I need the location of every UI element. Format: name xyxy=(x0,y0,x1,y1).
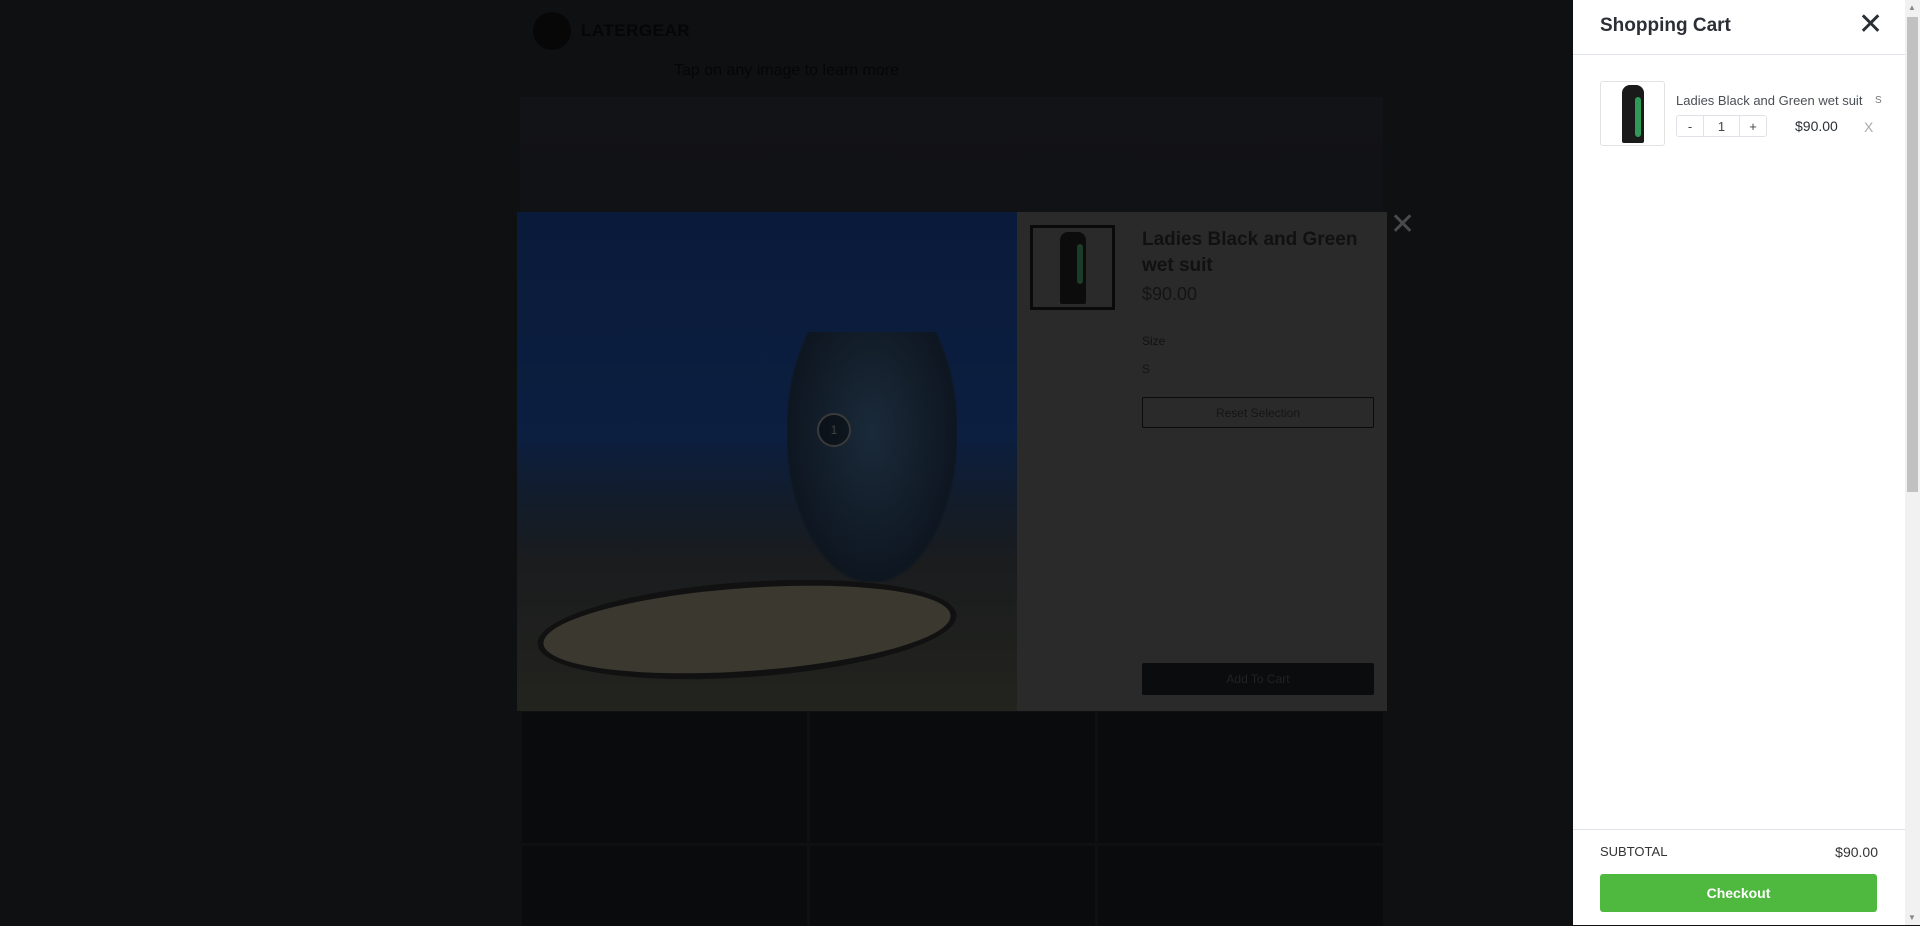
reset-selection-button[interactable]: Reset Selection xyxy=(1142,397,1374,428)
modal-close-icon[interactable]: ✕ xyxy=(1390,210,1415,240)
scroll-up-icon[interactable]: ▲ xyxy=(1908,3,1916,12)
grid-image[interactable] xyxy=(1098,712,1383,843)
product-details: Ladies Black and Green wet suit $90.00 S… xyxy=(1017,212,1387,711)
tagline: Tap on any image to learn more xyxy=(673,62,899,79)
brand-logo[interactable]: LATERGEAR xyxy=(533,12,690,50)
product-modal: 1 Ladies Black and Green wet suit $90.00… xyxy=(517,212,1387,711)
cart-item: Ladies Black and Green wet suit S - 1 + … xyxy=(1600,81,1890,146)
cart-item-variant: S xyxy=(1875,95,1882,106)
surfboard xyxy=(534,567,960,692)
product-title: Ladies Black and Green wet suit xyxy=(1142,229,1358,276)
subtotal-label: SUBTOTAL xyxy=(1600,844,1668,859)
cart-item-price: $90.00 xyxy=(1795,118,1838,134)
grid-image[interactable] xyxy=(522,846,807,926)
cart-title: Shopping Cart xyxy=(1600,15,1731,36)
grid-image[interactable] xyxy=(522,712,807,843)
surfer xyxy=(787,332,957,582)
wetsuit-icon xyxy=(1059,231,1086,304)
scrollbar-thumb[interactable] xyxy=(1907,17,1918,492)
brand-name: LATERGEAR xyxy=(581,21,691,40)
grid-image[interactable] xyxy=(810,712,1095,843)
quantity-input[interactable]: 1 xyxy=(1703,116,1740,136)
cart-header: Shopping Cart ✕ xyxy=(1573,0,1905,55)
cart-item-image xyxy=(1600,81,1665,146)
product-thumbnail[interactable] xyxy=(1030,225,1115,310)
logo-icon xyxy=(533,12,571,50)
scrollbar[interactable]: ▲ ▼ xyxy=(1905,0,1920,925)
grid-image[interactable] xyxy=(810,846,1095,926)
size-value[interactable]: S xyxy=(1142,362,1150,376)
product-price: $90.00 xyxy=(1142,284,1198,304)
quantity-stepper: - 1 + xyxy=(1676,115,1767,137)
decrease-button[interactable]: - xyxy=(1677,116,1703,136)
close-icon[interactable]: ✕ xyxy=(1858,10,1883,40)
cart-footer: SUBTOTAL $90.00 Checkout xyxy=(1573,829,1905,925)
subtotal-value: $90.00 xyxy=(1835,844,1878,860)
scroll-down-icon[interactable]: ▼ xyxy=(1908,913,1916,922)
wetsuit-icon xyxy=(1621,84,1644,143)
size-label: Size xyxy=(1142,334,1166,348)
image-grid xyxy=(522,712,1383,926)
remove-item-button[interactable]: X xyxy=(1864,119,1873,135)
increase-button[interactable]: + xyxy=(1740,116,1766,136)
shopping-cart-panel: Shopping Cart ✕ Ladies Black and Green w… xyxy=(1573,0,1905,925)
add-to-cart-button[interactable]: Add To Cart xyxy=(1142,663,1374,695)
grid-image[interactable] xyxy=(1098,846,1383,926)
product-photo: 1 xyxy=(517,212,1017,711)
cart-item-name: Ladies Black and Green wet suit xyxy=(1676,93,1863,108)
checkout-button[interactable]: Checkout xyxy=(1600,874,1877,912)
product-hotspot[interactable]: 1 xyxy=(817,413,851,447)
